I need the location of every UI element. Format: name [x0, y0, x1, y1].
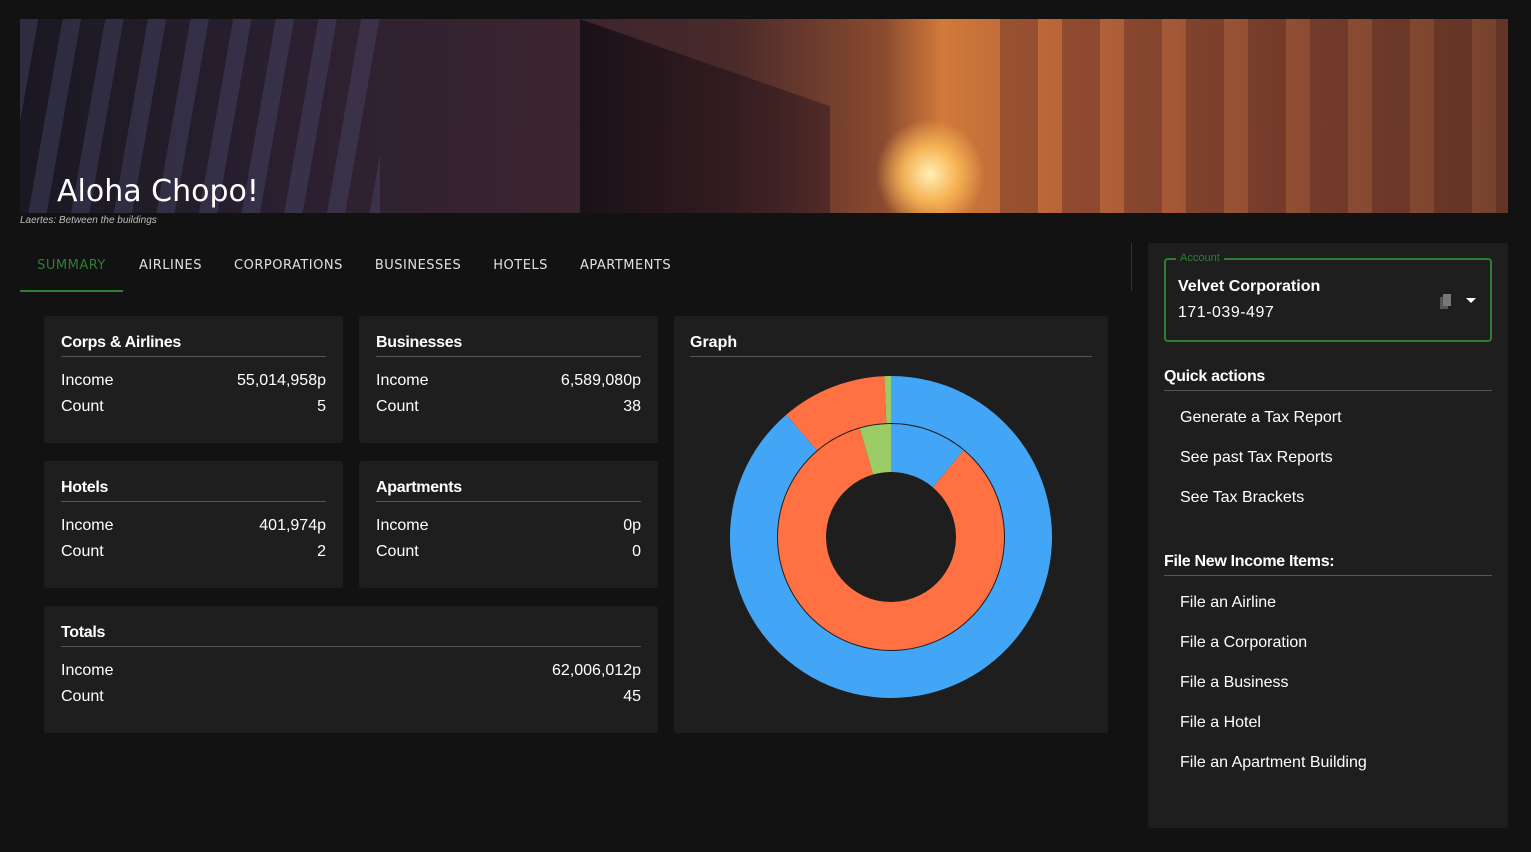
tab-bar: SUMMARY AIRLINES CORPORATIONS BUSINESSES… [20, 244, 687, 292]
tab-airlines[interactable]: AIRLINES [123, 244, 218, 290]
apartments-card: Apartments Income 0p Count 0 [359, 461, 658, 588]
file-apartment-building-link[interactable]: File an Apartment Building [1180, 754, 1367, 772]
file-hotel-link[interactable]: File a Hotel [1180, 714, 1261, 732]
tab-businesses[interactable]: BUSINESSES [359, 244, 477, 290]
tab-corporations[interactable]: CORPORATIONS [218, 244, 359, 290]
side-panel: Account Velvet Corporation 171-039-497 Q… [1148, 243, 1508, 828]
count-row: Count 5 [61, 398, 326, 416]
income-row: Income 62,006,012p [61, 662, 641, 680]
totals-card: Totals Income 62,006,012p Count 45 [44, 606, 658, 733]
income-label: Income [61, 517, 114, 534]
file-new-title: File New Income Items: [1164, 553, 1492, 576]
account-select[interactable]: Account Velvet Corporation 171-039-497 [1164, 252, 1492, 342]
header-banner: Aloha Chopo! [20, 19, 1508, 213]
card-title: Totals [61, 624, 641, 647]
count-row: Count 38 [376, 398, 641, 416]
count-row: Count 45 [61, 688, 641, 706]
file-airline-link[interactable]: File an Airline [1180, 594, 1276, 612]
vertical-divider [1131, 243, 1132, 291]
income-value: 401,974p [259, 517, 326, 534]
tab-summary[interactable]: SUMMARY [20, 244, 123, 292]
banner-caption: Laertes: Between the buildings [20, 215, 157, 226]
count-label: Count [376, 543, 419, 560]
banner-building [580, 19, 830, 213]
generate-tax-report-link[interactable]: Generate a Tax Report [1180, 409, 1342, 427]
card-title: Corps & Airlines [61, 334, 326, 357]
greeting-title: Aloha Chopo! [57, 174, 259, 209]
count-label: Count [376, 398, 419, 415]
businesses-card: Businesses Income 6,589,080p Count 38 [359, 316, 658, 443]
copy-icon[interactable] [1440, 294, 1452, 309]
file-corporation-link[interactable]: File a Corporation [1180, 634, 1307, 652]
count-row: Count 2 [61, 543, 326, 561]
income-value: 6,589,080p [560, 372, 641, 389]
past-tax-reports-link[interactable]: See past Tax Reports [1180, 449, 1333, 467]
count-row: Count 0 [376, 543, 641, 561]
account-name: Velvet Corporation [1178, 278, 1321, 295]
banner-sun [875, 119, 985, 213]
account-legend: Account [1176, 252, 1224, 264]
income-label: Income [376, 517, 429, 534]
income-row: Income 55,014,958p [61, 372, 326, 390]
income-value: 62,006,012p [552, 662, 641, 679]
income-row: Income 6,589,080p [376, 372, 641, 390]
corps-airlines-card: Corps & Airlines Income 55,014,958p Coun… [44, 316, 343, 443]
card-title: Apartments [376, 479, 641, 502]
income-value: 0p [623, 517, 641, 534]
count-label: Count [61, 688, 104, 705]
account-id: 171-039-497 [1178, 304, 1275, 321]
income-label: Income [61, 662, 114, 679]
quick-actions-title: Quick actions [1164, 368, 1492, 391]
card-title: Businesses [376, 334, 641, 357]
tab-apartments[interactable]: APARTMENTS [564, 244, 687, 290]
count-value: 38 [623, 398, 641, 415]
count-value: 2 [317, 543, 326, 560]
income-row: Income 401,974p [61, 517, 326, 535]
caret-down-icon[interactable] [1466, 298, 1476, 303]
count-value: 45 [623, 688, 641, 705]
count-value: 5 [317, 398, 326, 415]
card-title: Hotels [61, 479, 326, 502]
graph-card: Graph [674, 316, 1108, 733]
hotels-card: Hotels Income 401,974p Count 2 [44, 461, 343, 588]
count-label: Count [61, 398, 104, 415]
count-value: 0 [632, 543, 641, 560]
tab-hotels[interactable]: HOTELS [477, 244, 564, 290]
count-label: Count [61, 543, 104, 560]
income-label: Income [61, 372, 114, 389]
income-label: Income [376, 372, 429, 389]
file-business-link[interactable]: File a Business [1180, 674, 1289, 692]
income-value: 55,014,958p [237, 372, 326, 389]
tax-brackets-link[interactable]: See Tax Brackets [1180, 489, 1304, 507]
donut-chart [730, 376, 1052, 698]
banner-columns [1000, 19, 1508, 213]
income-row: Income 0p [376, 517, 641, 535]
